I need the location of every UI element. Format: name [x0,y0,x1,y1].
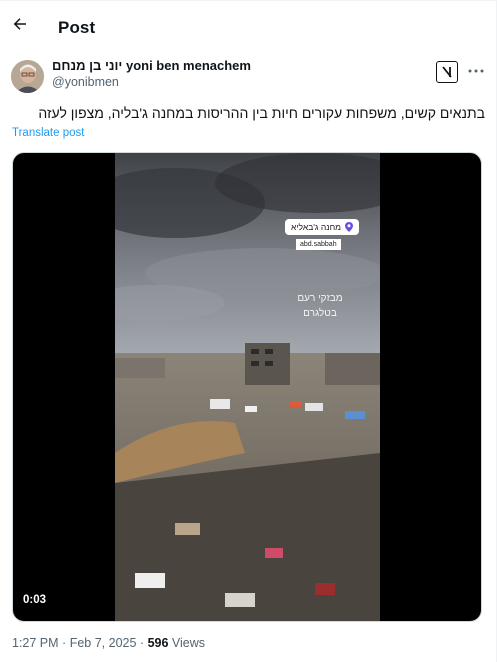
page-title: Post [58,18,96,37]
views-count: 596 [147,636,169,650]
overlay-line-2: בטלגרם [303,308,337,319]
grok-button[interactable] [436,61,458,83]
author-handle[interactable]: @yonibmen [52,75,251,89]
avatar[interactable] [11,60,44,93]
translate-post-link[interactable]: Translate post [12,127,84,139]
meta-separator: · [62,636,67,650]
overlay-line-1: מבזקי רעם [297,293,343,304]
post-date[interactable]: Feb 7, 2025 [70,636,137,650]
location-sticker-text: מחנה ג'באליא [291,222,342,232]
video-frame[interactable]: מחנה ג'באליא abd.sabbah מבזקי רעם בטלגרם [115,153,380,621]
post-text: בתנאים קשים, משפחות עקורים חיות בין ההרי… [38,105,485,121]
grok-icon [442,66,452,78]
arrow-left-icon [13,18,26,30]
avatar-image [11,60,44,93]
author-info: יוני בן מנחם yoni ben menachem @yonibmen [52,58,251,89]
video-duration: 0:03 [23,594,47,606]
author-display-name[interactable]: יוני בן מנחם yoni ben menachem [52,58,251,73]
post-time[interactable]: 1:27 PM [12,636,59,650]
location-pin-icon [345,222,354,232]
views-label: Views [171,636,206,650]
video-player[interactable]: מחנה ג'באליא abd.sabbah מבזקי רעם בטלגרם… [12,152,482,622]
video-overlay-caption: מבזקי רעם בטלגרם [275,291,365,321]
meta-separator-2: · [139,636,145,650]
more-horizontal-icon [468,69,484,73]
location-sticker: מחנה ג'באליא [285,219,360,235]
post-meta: 1:27 PM · Feb 7, 2025 · 596 Views [12,636,205,650]
user-tag: abd.sabbah [296,239,341,250]
more-button[interactable] [466,63,486,79]
page-header: Post [0,6,496,50]
top-divider [0,0,497,4]
back-button[interactable] [8,12,32,36]
